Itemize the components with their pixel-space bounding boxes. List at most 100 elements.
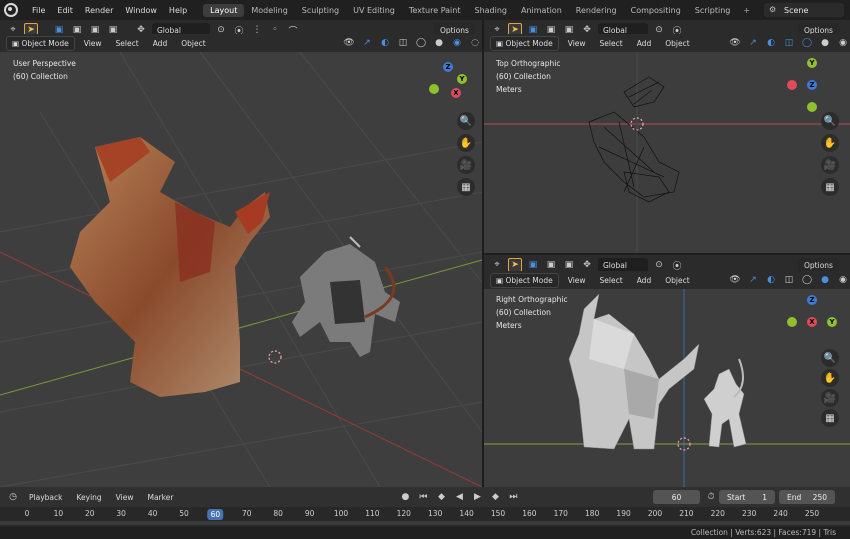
shading-material-icon[interactable]: ◉ [450,36,464,50]
tab-shading[interactable]: Shading [467,4,514,17]
menu-render[interactable]: Render [79,6,119,15]
vp2-nav-gizmo[interactable]: Y Z [787,58,837,112]
record-icon[interactable]: ● [398,490,412,504]
tr-shading-solid-icon[interactable]: ● [818,36,832,50]
gizmo-z-icon[interactable]: Z [443,62,453,72]
start-frame-field[interactable]: Start 1 [719,490,775,504]
tr-gizmo-y-neg-icon[interactable] [807,102,817,112]
timeline-marker-menu[interactable]: Marker [142,490,178,505]
tab-scripting[interactable]: Scripting [688,4,738,17]
tr-visibility-icon[interactable]: 👁 [728,36,742,50]
viewport-right-ortho[interactable]: Right Orthographic (60) Collection Meter… [484,289,850,487]
jump-end-icon[interactable]: ⏭ [506,490,520,504]
prev-keyframe-icon[interactable]: ◆ [434,490,448,504]
menu-window[interactable]: Window [119,6,163,15]
br-mode-dropdown[interactable]: ▣ Object Mode [490,272,559,288]
br-grid-icon[interactable]: ▦ [821,409,839,427]
current-frame-field[interactable]: 60 [653,490,700,504]
menu-edit[interactable]: Edit [51,6,79,15]
tab-modeling[interactable]: Modeling [244,4,294,17]
tr-shading-wireframe-icon[interactable]: ◯ [800,36,814,50]
menu-object[interactable]: Object [176,36,210,51]
shading-rendered-icon[interactable]: ◌ [468,36,482,50]
vp1-nav-gizmo[interactable]: Z X Y [423,62,473,112]
pan-hand-icon[interactable]: ✋ [457,134,475,152]
tr-menu-select[interactable]: Select [595,36,628,51]
tr-gizmo-toggle-icon[interactable]: ↗ [746,36,760,50]
br-gizmo-z-icon[interactable]: Z [807,295,817,305]
tr-pan-hand-icon[interactable]: ✋ [821,134,839,152]
grid-icon[interactable]: ▦ [457,178,475,196]
tr-gizmo-y-icon[interactable]: Y [807,58,817,68]
menu-add[interactable]: Add [148,36,173,51]
tab-uv-editing[interactable]: UV Editing [346,4,402,17]
gizmo-y-icon[interactable]: Y [457,74,467,84]
shading-solid-icon[interactable]: ● [432,36,446,50]
tab-rendering[interactable]: Rendering [569,4,624,17]
br-gizmo-x-icon[interactable]: X [807,317,817,327]
gizmo-y-neg-icon[interactable] [429,84,439,94]
br-overlay-toggle-icon[interactable]: ◐ [764,273,778,287]
tr-overlay-toggle-icon[interactable]: ◐ [764,36,778,50]
tr-menu-add[interactable]: Add [632,36,657,51]
br-pivot-icon[interactable]: ⊙ [652,258,666,272]
tr-camera-icon[interactable]: 🎥 [821,156,839,174]
tab-compositing[interactable]: Compositing [624,4,688,17]
end-frame-field[interactable]: End 250 [779,490,835,504]
gizmo-toggle-icon[interactable]: ↗ [360,36,374,50]
timeline-keying-menu[interactable]: Keying [71,490,106,505]
zoom-icon[interactable]: 🔍 [457,112,475,130]
play-reverse-icon[interactable]: ◀ [452,490,466,504]
br-zoom-icon[interactable]: 🔍 [821,349,839,367]
br-options-button[interactable]: Options [798,258,839,272]
tr-mode-dropdown[interactable]: ▣ Object Mode [490,35,559,51]
br-xray-icon[interactable]: ◫ [782,273,796,287]
next-keyframe-icon[interactable]: ◆ [488,490,502,504]
xray-icon[interactable]: ◫ [396,36,410,50]
menu-file[interactable]: File [26,6,51,15]
tr-xray-icon[interactable]: ◫ [782,36,796,50]
gizmo-x-icon[interactable]: X [451,88,461,98]
br-pan-hand-icon[interactable]: ✋ [821,369,839,387]
timeline-ruler[interactable]: 0 10 20 30 40 50 60 70 80 90 100 110 120 130 140 150 160… [0,507,850,527]
br-snap-icon[interactable]: ⦿ [670,258,684,272]
tr-menu-view[interactable]: View [563,36,591,51]
menu-select[interactable]: Select [111,36,144,51]
br-gizmo-y-neg-icon[interactable] [787,317,797,327]
br-gizmo-toggle-icon[interactable]: ↗ [746,273,760,287]
br-select-mode-new-icon[interactable]: ▣ [526,258,540,272]
menu-help[interactable]: Help [163,6,193,15]
stopwatch-icon[interactable]: ⏱ [704,490,718,504]
overlay-toggle-icon[interactable]: ◐ [378,36,392,50]
mode-dropdown[interactable]: ▣ Object Mode [6,35,75,51]
br-shading-wireframe-icon[interactable]: ◯ [800,273,814,287]
viewport-top-ortho[interactable]: Top Orthographic (60) Collection Meters … [484,52,850,253]
tab-layout[interactable]: Layout [203,3,245,17]
br-visibility-icon[interactable]: 👁 [728,273,742,287]
br-menu-add[interactable]: Add [632,273,657,288]
tr-menu-object[interactable]: Object [660,36,694,51]
tr-zoom-icon[interactable]: 🔍 [821,112,839,130]
br-select-mode-subtract-icon[interactable]: ▣ [562,258,576,272]
br-editor-type-icon[interactable]: ⌖ [490,258,504,272]
br-menu-view[interactable]: View [563,273,591,288]
br-shading-material-icon[interactable]: ◉ [836,273,850,287]
camera-icon[interactable]: 🎥 [457,156,475,174]
timeline-playback-menu[interactable]: Playback [24,490,67,505]
add-workspace-icon[interactable]: + [737,6,756,15]
br-menu-object[interactable]: Object [660,273,694,288]
br-transform-icon[interactable]: ✥ [580,258,594,272]
tr-grid-icon[interactable]: ▦ [821,178,839,196]
shading-wireframe-icon[interactable]: ◯ [414,36,428,50]
tab-animation[interactable]: Animation [514,4,569,17]
br-camera-icon[interactable]: 🎥 [821,389,839,407]
br-shading-solid-icon[interactable]: ● [818,273,832,287]
br-select-mode-extend-icon[interactable]: ▣ [544,258,558,272]
tab-texture-paint[interactable]: Texture Paint [402,4,468,17]
tr-shading-material-icon[interactable]: ◉ [836,36,850,50]
vp3-nav-gizmo[interactable]: Z X Y [787,295,837,345]
scene-selector[interactable]: ⚙ Scene [764,3,844,17]
viewport-perspective[interactable]: User Perspective (60) Collection Z X Y 🔍… [0,52,482,487]
visibility-icon[interactable]: 👁 [342,36,356,50]
blender-logo-icon[interactable] [4,3,18,17]
